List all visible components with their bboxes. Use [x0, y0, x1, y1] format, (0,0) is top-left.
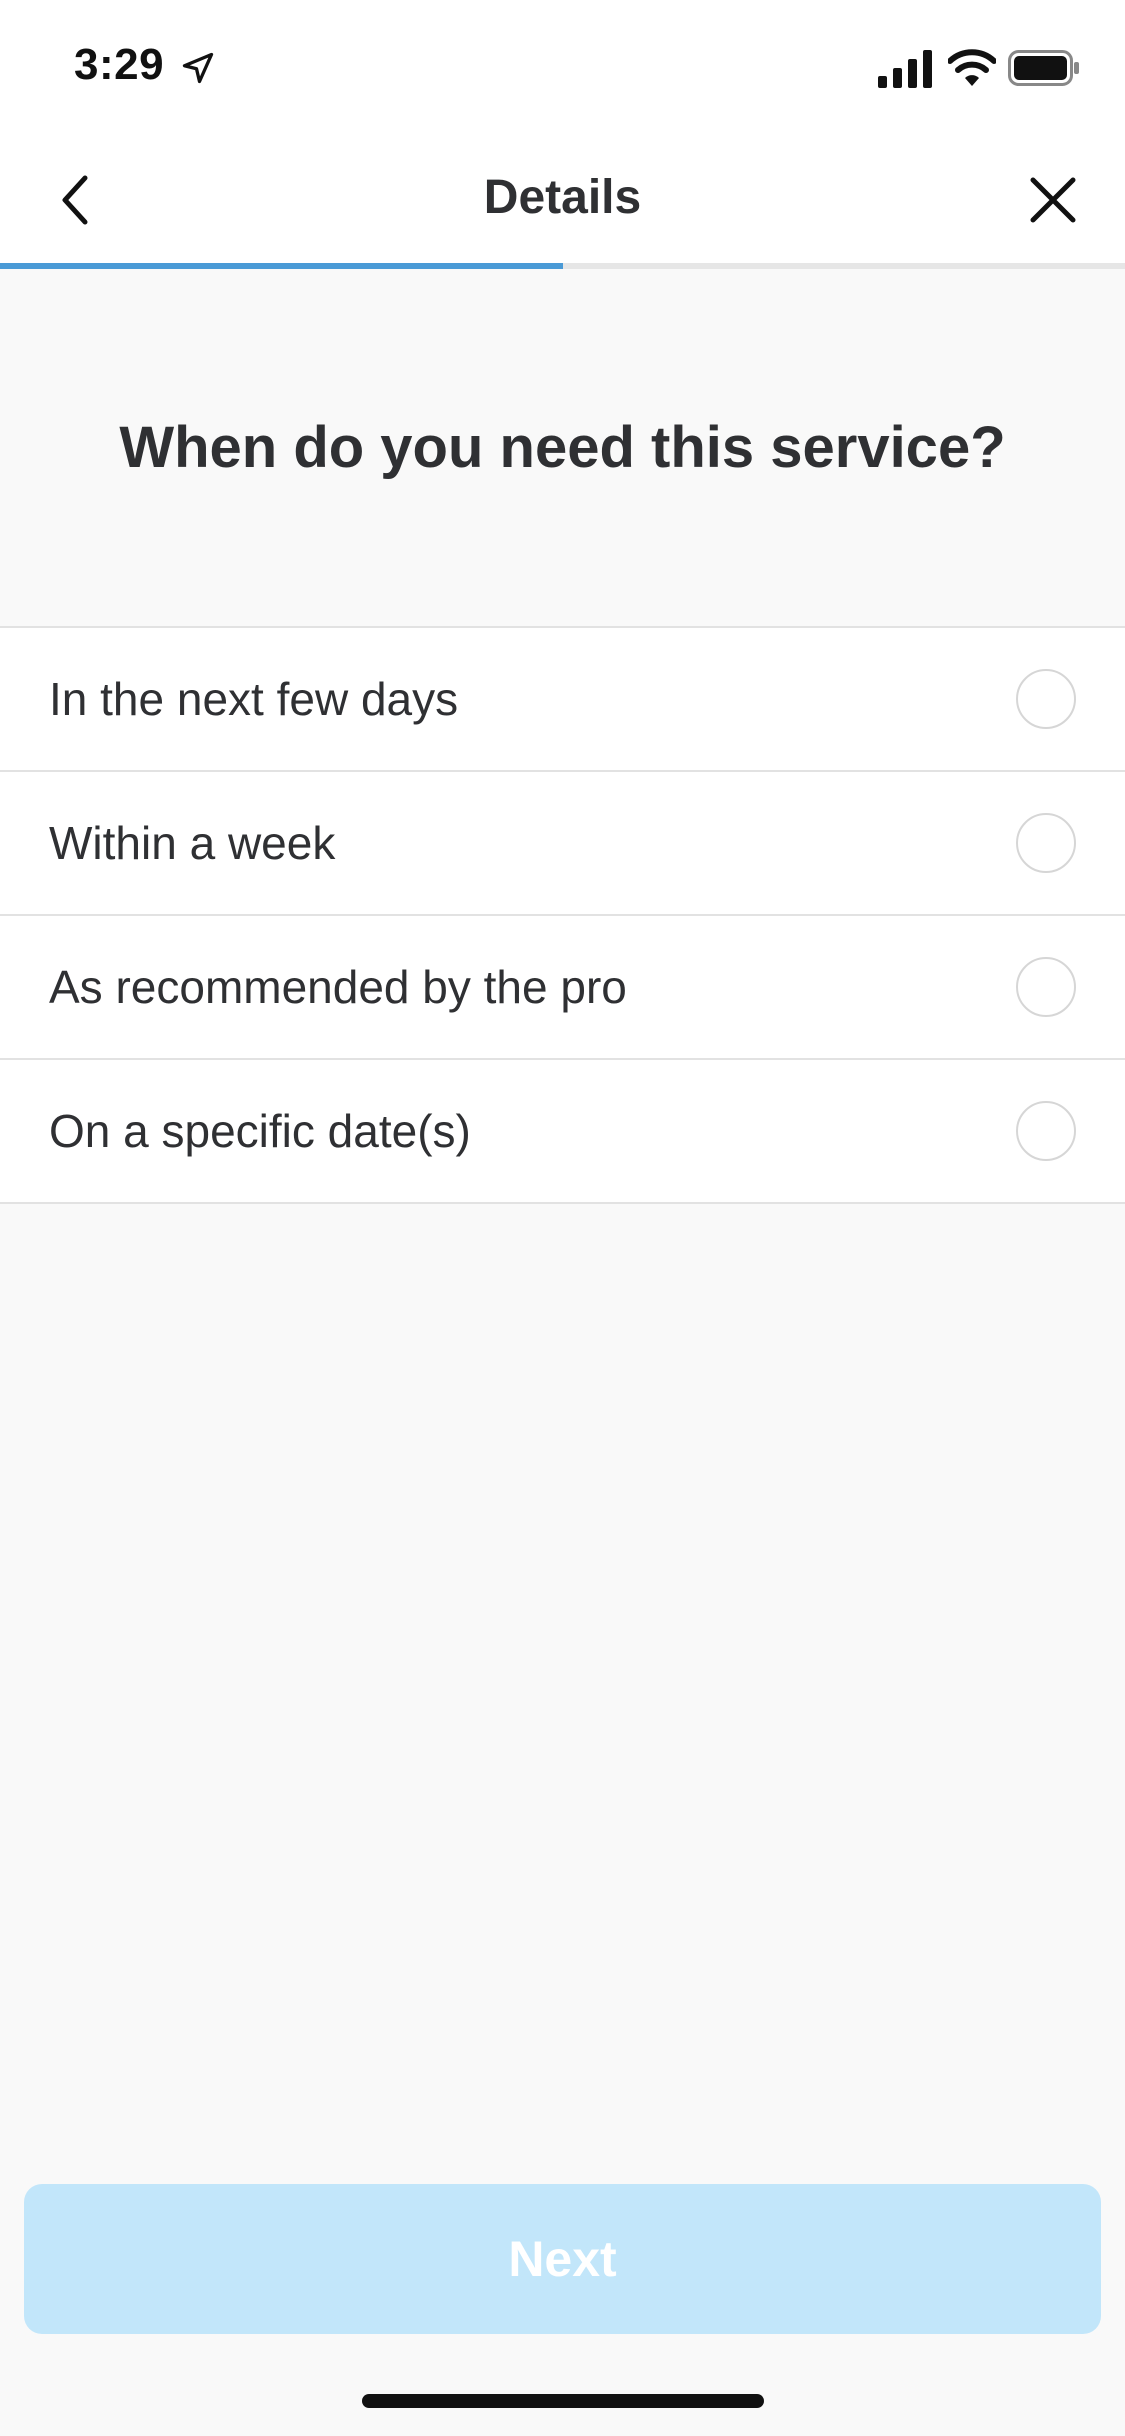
status-bar: 3:29 — [0, 0, 1125, 132]
next-button[interactable]: Next — [24, 2184, 1101, 2334]
options-list: In the next few days Within a week As re… — [0, 626, 1125, 1204]
status-time: 3:29 — [74, 40, 165, 89]
option-within-a-week[interactable]: Within a week — [0, 772, 1125, 916]
cellular-signal-icon — [878, 50, 932, 88]
location-arrow-icon — [182, 52, 214, 84]
close-icon — [1030, 177, 1076, 223]
home-indicator — [362, 2394, 764, 2408]
screen: 3:29 Details When do you need this servi… — [0, 0, 1125, 2436]
option-next-few-days[interactable]: In the next few days — [0, 628, 1125, 772]
progress-bar — [0, 263, 1125, 269]
option-recommended-by-pro[interactable]: As recommended by the pro — [0, 916, 1125, 1060]
option-label: Within a week — [49, 817, 336, 869]
battery-icon — [1008, 50, 1079, 86]
close-button[interactable] — [1018, 162, 1088, 238]
option-label: In the next few days — [49, 673, 459, 725]
wifi-icon — [948, 49, 996, 86]
radio-button[interactable] — [1016, 813, 1076, 873]
option-label: As recommended by the pro — [49, 961, 627, 1013]
nav-bar: Details — [0, 132, 1125, 268]
option-specific-dates[interactable]: On a specific date(s) — [0, 1060, 1125, 1204]
radio-button[interactable] — [1016, 1101, 1076, 1161]
page-title: Details — [483, 171, 642, 224]
progress-fill — [0, 263, 563, 269]
option-label: On a specific date(s) — [49, 1105, 471, 1157]
question-heading: When do you need this service? — [119, 415, 1006, 480]
radio-button[interactable] — [1016, 957, 1076, 1017]
radio-button[interactable] — [1016, 669, 1076, 729]
